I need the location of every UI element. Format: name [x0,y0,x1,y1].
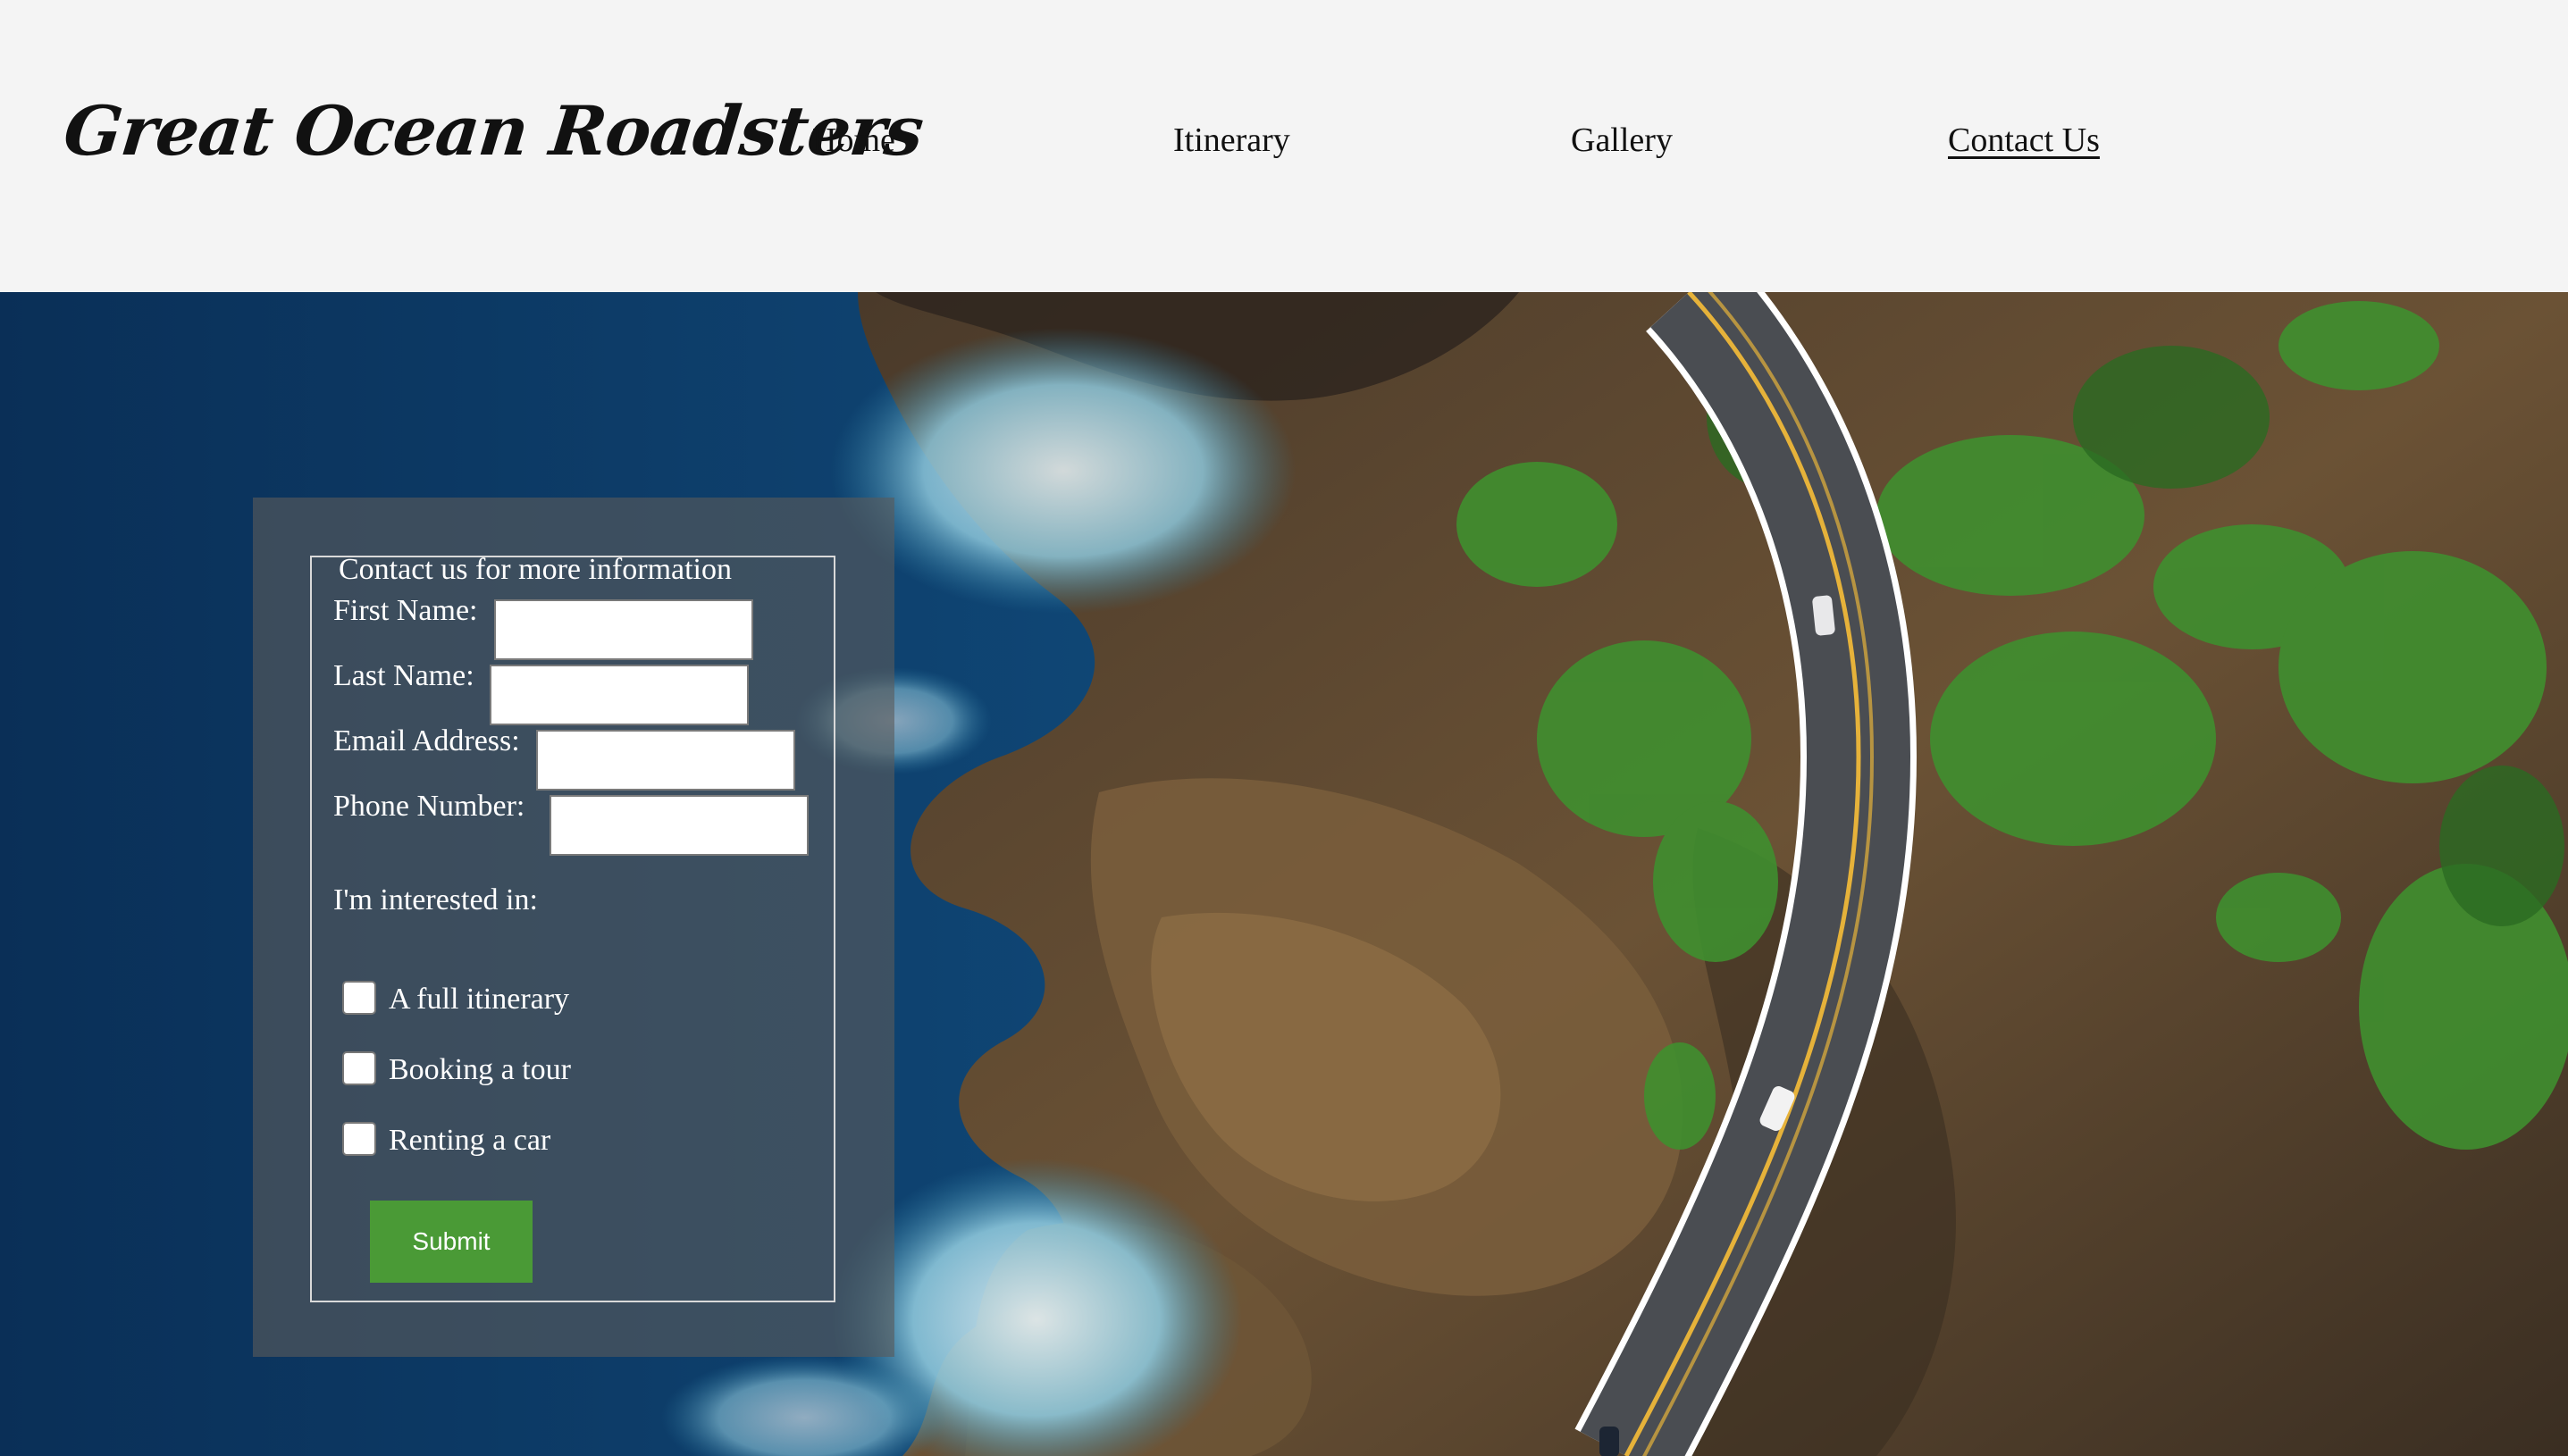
nav-itinerary[interactable]: Itinerary [1173,121,1290,160]
renting-car-checkbox[interactable] [342,1122,376,1156]
booking-tour-label: Booking a tour [389,1053,571,1086]
email-label: Email Address: [333,724,520,757]
first-name-input[interactable] [494,599,753,660]
renting-car-label: Renting a car [389,1124,551,1157]
phone-input[interactable] [550,795,809,856]
last-name-input[interactable] [490,665,749,725]
last-name-label: Last Name: [333,659,474,692]
submit-button[interactable]: Submit [370,1201,533,1283]
interest-heading: I'm interested in: [333,883,538,916]
form-legend: Contact us for more information [339,553,733,586]
full-itinerary-label: A full itinerary [389,983,570,1016]
phone-label: Phone Number: [333,790,525,823]
full-itinerary-checkbox[interactable] [342,981,376,1015]
first-name-label: First Name: [333,594,478,627]
site-logo[interactable]: Great Ocean Roadsters [60,91,927,171]
email-input[interactable] [536,730,795,791]
booking-tour-checkbox[interactable] [342,1051,376,1085]
nav-contact-us[interactable]: Contact Us [1948,121,2100,160]
site-header: Great Ocean Roadsters Home Itinerary Gal… [0,0,2568,292]
nav-gallery[interactable]: Gallery [1571,121,1673,160]
nav-home[interactable]: Home [812,121,895,160]
